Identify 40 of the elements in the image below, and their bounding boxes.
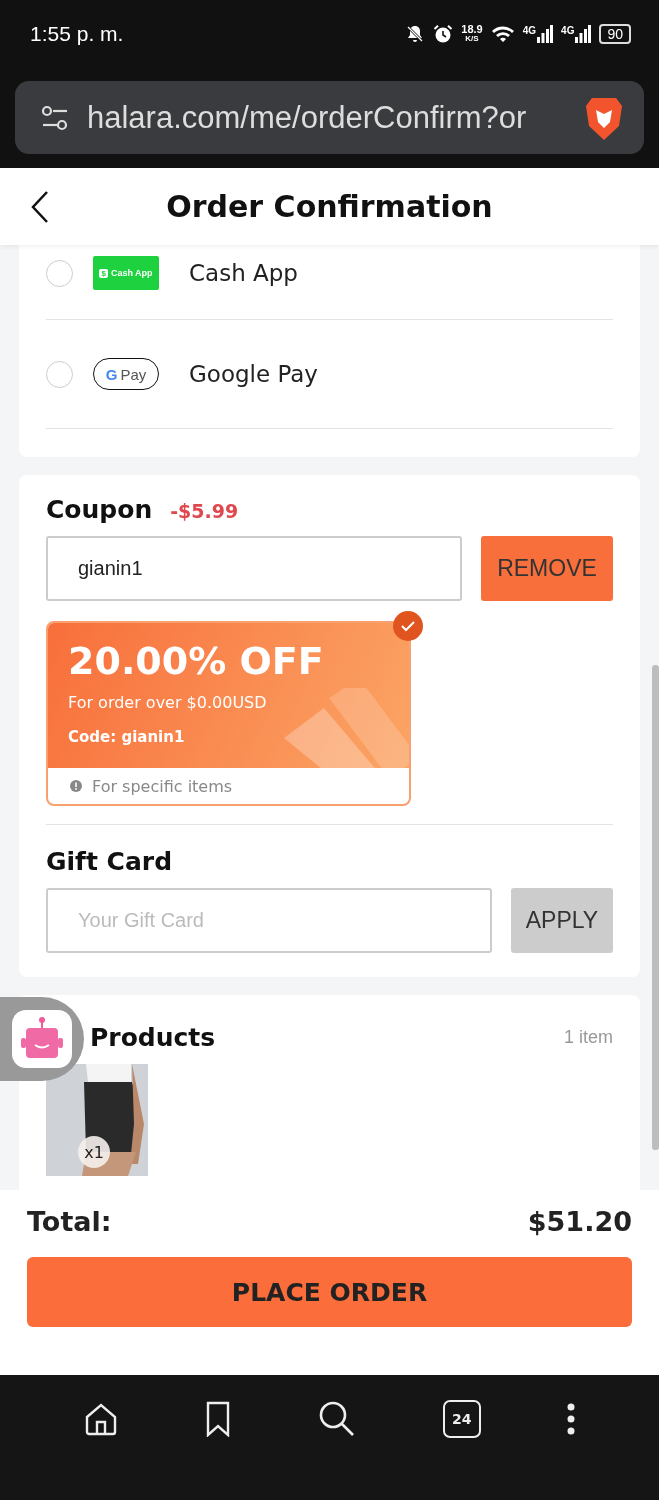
total-amount: $51.20 bbox=[527, 1205, 632, 1237]
chat-assistant-button[interactable] bbox=[0, 997, 84, 1081]
coupon-code: Code: gianin1 bbox=[68, 728, 186, 746]
section-title: Gift Card bbox=[46, 847, 174, 876]
coupon-ticket[interactable]: 20.00% OFF For order over $0.00USD Code: gianin1 For specific items bbox=[46, 621, 411, 806]
back-icon[interactable] bbox=[30, 189, 50, 224]
network-type: 4G bbox=[522, 25, 537, 36]
info-icon bbox=[70, 780, 82, 792]
battery-level: 90 bbox=[599, 24, 631, 44]
place-order-button[interactable]: PLACE ORDER bbox=[27, 1257, 632, 1327]
status-time: 1:55 p. m. bbox=[30, 22, 124, 46]
coupon-note: For specific items bbox=[92, 776, 233, 796]
page-title: Order Confirmation bbox=[166, 189, 493, 224]
coupon-headline: 20.00% OFF bbox=[68, 638, 325, 685]
site-settings-icon[interactable] bbox=[41, 104, 69, 131]
total-label: Total: bbox=[27, 1205, 112, 1237]
signal-icon bbox=[575, 25, 592, 43]
payment-logo: $ Cash App bbox=[93, 256, 159, 290]
network-speed: 18.9 bbox=[461, 24, 483, 34]
item-count: 1 item bbox=[563, 1027, 613, 1048]
remove-button[interactable]: REMOVE bbox=[481, 536, 613, 601]
apply-button[interactable]: APPLY bbox=[511, 888, 613, 953]
signal-icon bbox=[537, 25, 554, 43]
wifi-icon bbox=[490, 25, 515, 43]
coupon-field[interactable]: gianin1 bbox=[46, 536, 462, 601]
coupon-condition: For order over $0.00USD bbox=[68, 693, 268, 712]
payment-name: Cash App bbox=[189, 260, 298, 286]
gift-card-field[interactable]: Your Gift Card bbox=[46, 888, 492, 953]
network-type: 4G bbox=[561, 25, 575, 36]
tab-count-button[interactable]: 24 bbox=[442, 1399, 481, 1438]
speed-unit: K/S bbox=[465, 34, 479, 44]
robot-icon bbox=[12, 1010, 72, 1068]
discount-amount: -$5.99 bbox=[170, 500, 239, 522]
section-title: Products bbox=[90, 1023, 216, 1052]
alarm-clock-icon bbox=[433, 24, 454, 44]
more-icon[interactable] bbox=[566, 1401, 577, 1436]
section-title: Coupon bbox=[46, 495, 153, 524]
payment-name: Google Pay bbox=[189, 361, 318, 387]
url-text: halara.com/me/orderConfirm?or bbox=[87, 99, 528, 136]
address-bar[interactable]: halara.com/me/orderConfirm?or bbox=[15, 81, 644, 154]
